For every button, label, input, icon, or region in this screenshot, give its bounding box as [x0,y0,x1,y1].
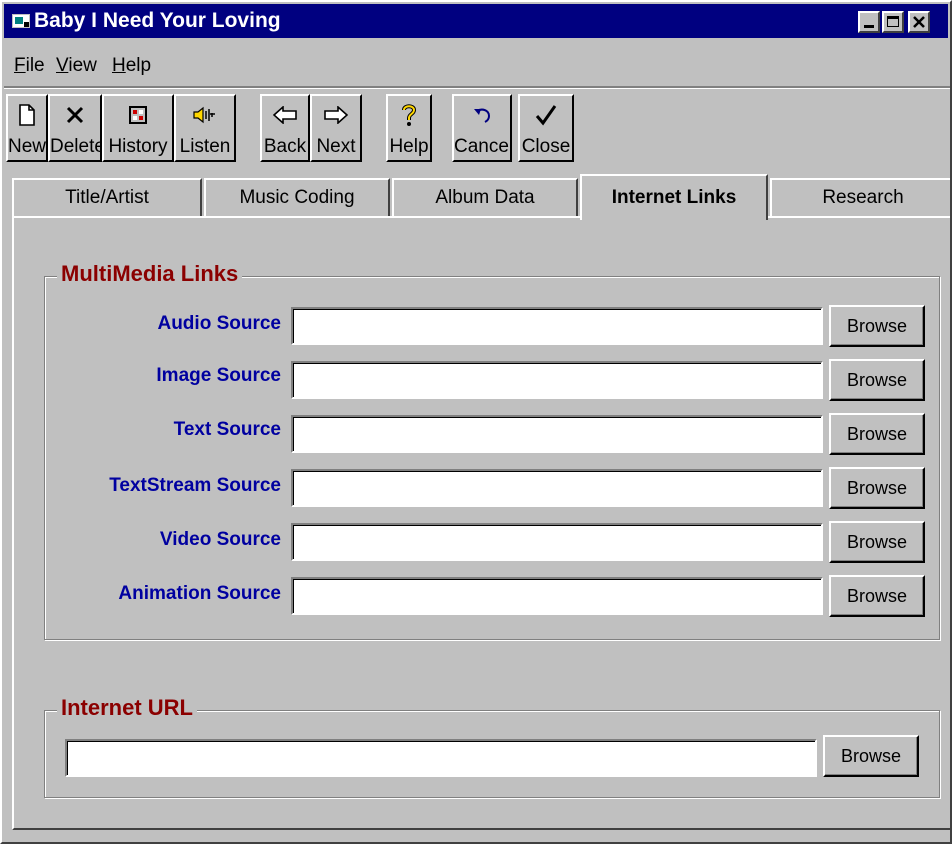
undo-icon [474,108,491,123]
menu-file[interactable]: File [14,55,45,77]
audio-source-label: Audio Source [157,313,281,334]
image-browse-button[interactable]: Browse [829,359,925,401]
audio-browse-button[interactable]: Browse [829,305,925,347]
cancel-button[interactable]: Cancel [452,94,514,162]
text-source-input[interactable] [291,415,823,453]
tab-title-artist[interactable]: Title/Artist [12,178,202,216]
new-button[interactable]: New [6,94,48,162]
video-source-input[interactable] [291,523,823,561]
minimize-icon [864,25,874,28]
back-button[interactable]: Back [260,94,310,162]
close-icon [913,16,925,28]
close-button[interactable]: Close [518,94,574,162]
x-icon [66,106,84,124]
text-browse-button[interactable]: Browse [829,413,925,455]
maximize-icon [887,16,899,27]
image-source-input[interactable] [291,361,823,399]
tab-internet-links[interactable]: Internet Links [580,174,768,220]
app-icon [12,14,30,28]
left-arrow-icon [273,106,297,124]
title-bar[interactable]: Baby I Need Your Loving [4,4,948,38]
video-source-label: Video Source [159,529,281,550]
internet-url-input[interactable] [65,739,817,777]
speaker-icon [193,106,215,124]
animation-source-label: Animation Source [118,583,281,604]
video-browse-button[interactable]: Browse [829,521,925,563]
listen-label: Listen [179,136,231,157]
question-icon [402,104,417,126]
multimedia-links-title: MultiMedia Links [57,261,243,287]
textstream-source-input[interactable] [291,469,823,507]
help-button[interactable]: Help [386,94,432,162]
textstream-source-label: TextStream Source [109,475,281,496]
tab-music-coding[interactable]: Music Coding [204,178,390,216]
next-label: Next [316,136,356,157]
internet-links-panel: MultiMedia Links Audio Source Browse Ima… [12,216,950,830]
multimedia-links-group: MultiMedia Links Audio Source Browse Ima… [44,261,940,640]
textstream-browse-button[interactable]: Browse [829,467,925,509]
right-arrow-icon [324,106,348,124]
new-label: New [8,136,47,157]
image-source-label: Image Source [156,365,281,386]
menu-view[interactable]: View [56,55,97,77]
checkmark-icon [535,105,557,126]
close-label: Close [521,136,571,157]
cancel-label: Cancel [454,136,514,157]
close-window-button[interactable] [908,11,930,33]
tab-album-data[interactable]: Album Data [392,178,578,216]
tab-strip: Title/Artist Music Coding Album Data Int… [12,174,950,220]
menu-bar: File View Help [4,54,944,84]
window-title: Baby I Need Your Loving [34,9,281,32]
delete-label: Delete [50,136,105,157]
animation-source-input[interactable] [291,577,823,615]
internet-url-browse-button[interactable]: Browse [823,735,919,777]
history-label: History [108,136,168,157]
next-button[interactable]: Next [310,94,362,162]
minimize-button[interactable] [858,11,880,33]
delete-button[interactable]: Delete [48,94,105,162]
history-icon [129,106,147,124]
menu-help[interactable]: Help [112,55,151,77]
toolbar-divider [4,86,950,89]
help-label: Help [389,136,429,157]
internet-url-group: Internet URL Browse [44,695,940,798]
history-button[interactable]: History [102,94,174,162]
text-source-label: Text Source [173,419,281,440]
new-document-icon [19,104,35,126]
internet-url-title: Internet URL [57,695,197,721]
listen-button[interactable]: Listen [174,94,236,162]
maximize-button[interactable] [882,11,904,33]
back-label: Back [263,136,307,157]
audio-source-input[interactable] [291,307,823,345]
app-window: Baby I Need Your Loving File View Help N… [0,0,952,844]
tab-research[interactable]: Research [770,178,950,216]
animation-browse-button[interactable]: Browse [829,575,925,617]
